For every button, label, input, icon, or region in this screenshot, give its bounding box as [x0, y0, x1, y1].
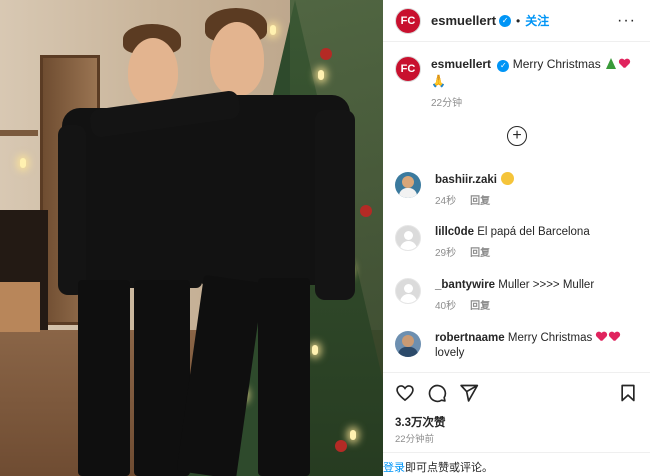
- login-prompt: 即可点赞或评论。: [405, 462, 493, 474]
- candle-light: [20, 158, 26, 168]
- tree-light: [312, 345, 318, 355]
- post-timestamp: 22分钟前: [395, 434, 435, 445]
- comment-text-line2: lovely: [435, 347, 465, 359]
- comment-username[interactable]: robertnaame: [435, 332, 505, 344]
- comment-username[interactable]: _bantywire: [435, 279, 495, 291]
- avatar[interactable]: [395, 172, 421, 198]
- login-link[interactable]: 登录: [383, 462, 405, 474]
- more-options-icon[interactable]: ···: [617, 12, 636, 30]
- comment-text: El papá del Barcelona: [477, 226, 590, 238]
- caption-time: 22分钟: [431, 98, 463, 109]
- verified-icon: ✓: [499, 14, 512, 27]
- verified-icon: ✓: [497, 59, 510, 72]
- comment-time: 40秒: [435, 301, 457, 312]
- post-photo[interactable]: [0, 0, 383, 476]
- reply-button[interactable]: 回复: [470, 301, 490, 312]
- caption-text: esmuellert ✓ Merry Christmas 🙏: [431, 56, 631, 90]
- avatar[interactable]: FC: [395, 7, 421, 34]
- comment-username[interactable]: lillc0de: [435, 226, 474, 238]
- tree-bauble: [360, 205, 372, 217]
- red-heart-emoji-icon: [596, 332, 607, 342]
- post-panel: FC esmuellert ✓ • 关注 ··· FC esmuellert ✓…: [383, 0, 650, 476]
- photo-box: [0, 282, 40, 332]
- default-avatar-icon[interactable]: [395, 278, 421, 304]
- default-avatar-icon[interactable]: [395, 225, 421, 251]
- tree-bauble: [320, 48, 332, 60]
- comment-item: _bantywire Muller >>>> Muller 40秒 回复: [395, 278, 645, 314]
- comment-icon[interactable]: [427, 383, 447, 403]
- username-link[interactable]: esmuellert: [431, 13, 496, 28]
- face: [210, 22, 264, 96]
- comment-item: bashiir.zaki 24秒 回复: [395, 172, 645, 209]
- comment-username[interactable]: bashiir.zaki: [435, 174, 497, 186]
- like-count[interactable]: 3.3万次赞: [395, 414, 446, 430]
- comment-time: 29秒: [435, 248, 457, 259]
- christmas-tree-emoji-icon: [606, 58, 617, 69]
- load-more-comments-icon[interactable]: +: [507, 126, 527, 146]
- avatar-initial: FC: [400, 14, 416, 27]
- caption-avatar[interactable]: FC: [395, 56, 421, 82]
- photo-shelf: [0, 130, 38, 136]
- reply-button[interactable]: 回复: [470, 196, 490, 207]
- comment-text: Muller >>>> Muller: [498, 279, 595, 291]
- reply-button[interactable]: 回复: [470, 248, 490, 259]
- dot-separator: •: [516, 13, 521, 28]
- tree-light: [270, 25, 276, 35]
- tree-light: [318, 70, 324, 80]
- paper-plane-icon[interactable]: [459, 383, 479, 403]
- red-heart-emoji-icon: [619, 59, 630, 69]
- red-heart-emoji-icon: [609, 332, 620, 342]
- avatar[interactable]: [395, 331, 421, 357]
- arm: [58, 125, 86, 295]
- bookmark-icon[interactable]: [618, 383, 638, 403]
- leg: [258, 278, 310, 476]
- caption-message: Merry Christmas: [512, 57, 601, 71]
- action-bar: [383, 372, 650, 403]
- caption-username[interactable]: esmuellert: [431, 57, 491, 71]
- comment-item: lillc0de El papá del Barcelona 29秒 回复: [395, 225, 645, 261]
- comment-time: 24秒: [435, 196, 457, 207]
- face: [128, 38, 178, 106]
- comment-text: Merry Christmas: [507, 332, 593, 344]
- post-header: FC esmuellert ✓ • 关注 ···: [383, 0, 650, 42]
- heart-icon[interactable]: [395, 383, 415, 403]
- comment-item: robertnaame Merry Christmas lovely: [395, 331, 645, 361]
- arm: [315, 110, 355, 300]
- tree-light: [350, 430, 356, 440]
- follow-button[interactable]: 关注: [525, 12, 549, 29]
- leg: [78, 280, 130, 476]
- tree-bauble: [335, 440, 347, 452]
- praying-hands-emoji-icon: 🙏: [431, 74, 446, 88]
- laughing-emoji-icon: [501, 172, 515, 185]
- avatar-initial: FC: [400, 63, 416, 75]
- caption: FC esmuellert ✓ Merry Christmas 🙏 22分钟: [395, 56, 645, 109]
- login-bar: 登录即可点赞或评论。: [383, 452, 650, 476]
